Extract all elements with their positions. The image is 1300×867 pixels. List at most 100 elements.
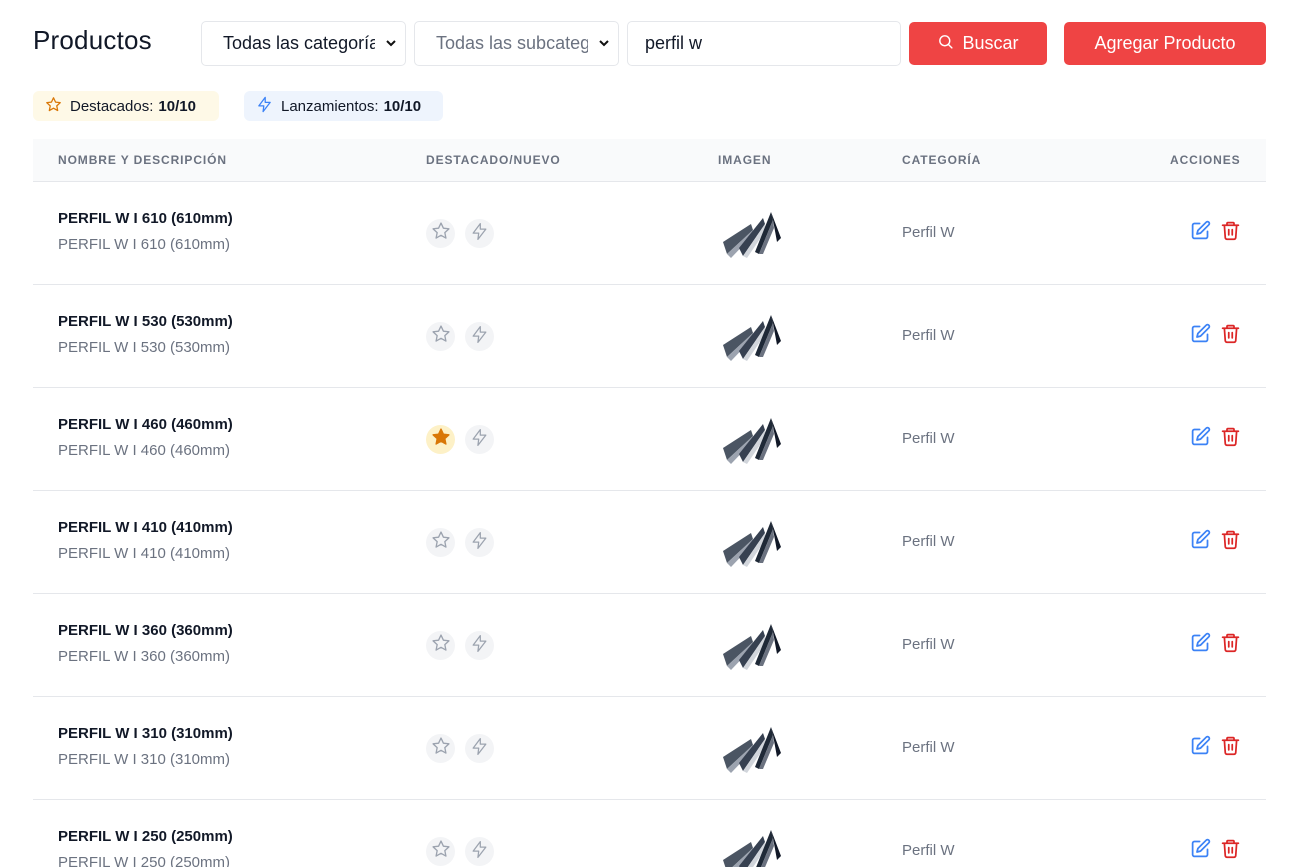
table-row: PERFIL W I 530 (530mm) PERFIL W I 530 (5…	[33, 285, 1266, 388]
table-row: PERFIL W I 310 (310mm) PERFIL W I 310 (3…	[33, 697, 1266, 800]
subcategory-select-value: Todas las subcategorías	[436, 33, 588, 53]
col-actions: ACCIONES	[1170, 153, 1241, 167]
add-product-label: Agregar Producto	[1094, 33, 1236, 53]
toggle-featured-button[interactable]	[426, 837, 455, 866]
featured-counter: Destacados: 10/10	[33, 91, 219, 121]
product-image	[721, 723, 783, 775]
delete-button[interactable]	[1219, 736, 1241, 759]
toggle-new-button[interactable]	[465, 528, 494, 557]
edit-button[interactable]	[1189, 838, 1211, 864]
edit-button[interactable]	[1189, 426, 1211, 452]
launches-counter: Lanzamientos: 10/10	[244, 91, 443, 121]
product-image	[721, 414, 783, 466]
category-select[interactable]: Todas las categorías	[201, 21, 406, 66]
edit-icon	[1190, 632, 1211, 658]
bolt-icon	[470, 325, 489, 349]
header-bar: Productos Todas las categorías Todas las…	[33, 21, 1266, 66]
toggle-featured-button[interactable]	[426, 734, 455, 763]
delete-button[interactable]	[1219, 839, 1241, 862]
product-description: PERFIL W I 410 (410mm)	[58, 545, 230, 562]
search-input[interactable]	[627, 21, 901, 66]
star-icon	[431, 530, 451, 555]
trash-icon	[1220, 220, 1241, 246]
edit-icon	[1190, 220, 1211, 246]
product-category: Perfil W	[902, 533, 955, 550]
bolt-icon	[470, 840, 489, 864]
product-image	[721, 208, 783, 260]
toggle-featured-button[interactable]	[426, 322, 455, 351]
product-description: PERFIL W I 460 (460mm)	[58, 442, 230, 459]
product-image	[721, 517, 783, 569]
delete-button[interactable]	[1219, 324, 1241, 347]
product-category: Perfil W	[902, 842, 955, 859]
edit-icon	[1190, 426, 1211, 452]
trash-icon	[1220, 529, 1241, 555]
table-row: PERFIL W I 410 (410mm) PERFIL W I 410 (4…	[33, 491, 1266, 594]
search-button[interactable]: Buscar	[909, 22, 1047, 65]
edit-button[interactable]	[1189, 220, 1211, 246]
star-icon	[45, 96, 70, 117]
bolt-icon	[470, 634, 489, 658]
product-image	[721, 311, 783, 363]
bolt-icon	[470, 428, 489, 452]
star-icon	[431, 427, 451, 452]
table-row: PERFIL W I 610 (610mm) PERFIL W I 610 (6…	[33, 182, 1266, 285]
edit-icon	[1190, 529, 1211, 555]
launches-count: 10/10	[383, 97, 422, 115]
edit-button[interactable]	[1189, 323, 1211, 349]
trash-icon	[1220, 426, 1241, 452]
product-name: PERFIL W I 410 (410mm)	[58, 519, 233, 536]
table-body: PERFIL W I 610 (610mm) PERFIL W I 610 (6…	[33, 182, 1266, 867]
trash-icon	[1220, 632, 1241, 658]
add-product-button[interactable]: Agregar Producto	[1064, 22, 1266, 65]
col-category: CATEGORÍA	[902, 153, 982, 167]
product-category: Perfil W	[902, 430, 955, 447]
star-icon	[431, 324, 451, 349]
edit-button[interactable]	[1189, 632, 1211, 658]
col-image: IMAGEN	[718, 153, 772, 167]
toggle-new-button[interactable]	[465, 734, 494, 763]
product-name: PERFIL W I 310 (310mm)	[58, 725, 233, 742]
star-icon	[431, 736, 451, 761]
table-header: NOMBRE Y DESCRIPCIÓN DESTACADO/NUEVO IMA…	[33, 139, 1266, 182]
product-description: PERFIL W I 530 (530mm)	[58, 339, 230, 356]
toggle-featured-button[interactable]	[426, 631, 455, 660]
toggle-new-button[interactable]	[465, 631, 494, 660]
category-select-value: Todas las categorías	[223, 33, 375, 53]
bolt-icon	[470, 737, 489, 761]
bolt-icon	[470, 222, 489, 246]
toggle-new-button[interactable]	[465, 322, 494, 351]
delete-button[interactable]	[1219, 632, 1241, 658]
product-name: PERFIL W I 610 (610mm)	[58, 210, 233, 227]
toggle-featured-button[interactable]	[426, 528, 455, 557]
chevron-down-icon	[598, 22, 610, 65]
delete-button[interactable]	[1219, 220, 1241, 246]
product-description: PERFIL W I 610 (610mm)	[58, 236, 230, 253]
product-category: Perfil W	[902, 224, 955, 241]
star-icon	[431, 221, 451, 246]
delete-button[interactable]	[1219, 529, 1241, 555]
edit-icon	[1190, 323, 1211, 349]
product-description: PERFIL W I 360 (360mm)	[58, 648, 230, 665]
edit-icon	[1190, 838, 1211, 864]
delete-button[interactable]	[1219, 426, 1241, 452]
toggle-featured-button[interactable]	[426, 425, 455, 454]
page-title: Productos	[33, 25, 152, 55]
search-button-label: Buscar	[962, 33, 1019, 53]
product-name: PERFIL W I 530 (530mm)	[58, 313, 233, 330]
toggle-new-button[interactable]	[465, 219, 494, 248]
product-description: PERFIL W I 250 (250mm)	[58, 854, 230, 867]
bolt-icon	[256, 96, 281, 117]
toggle-new-button[interactable]	[465, 425, 494, 454]
launches-label: Lanzamientos:	[281, 97, 379, 115]
edit-button[interactable]	[1189, 529, 1211, 555]
product-name: PERFIL W I 360 (360mm)	[58, 622, 233, 639]
edit-button[interactable]	[1189, 735, 1211, 761]
bolt-icon	[470, 531, 489, 555]
toggle-featured-button[interactable]	[426, 219, 455, 248]
edit-icon	[1190, 735, 1211, 761]
table-row: PERFIL W I 460 (460mm) PERFIL W I 460 (4…	[33, 388, 1266, 491]
subcategory-select[interactable]: Todas las subcategorías	[414, 21, 619, 66]
product-category: Perfil W	[902, 739, 955, 756]
toggle-new-button[interactable]	[465, 837, 494, 866]
